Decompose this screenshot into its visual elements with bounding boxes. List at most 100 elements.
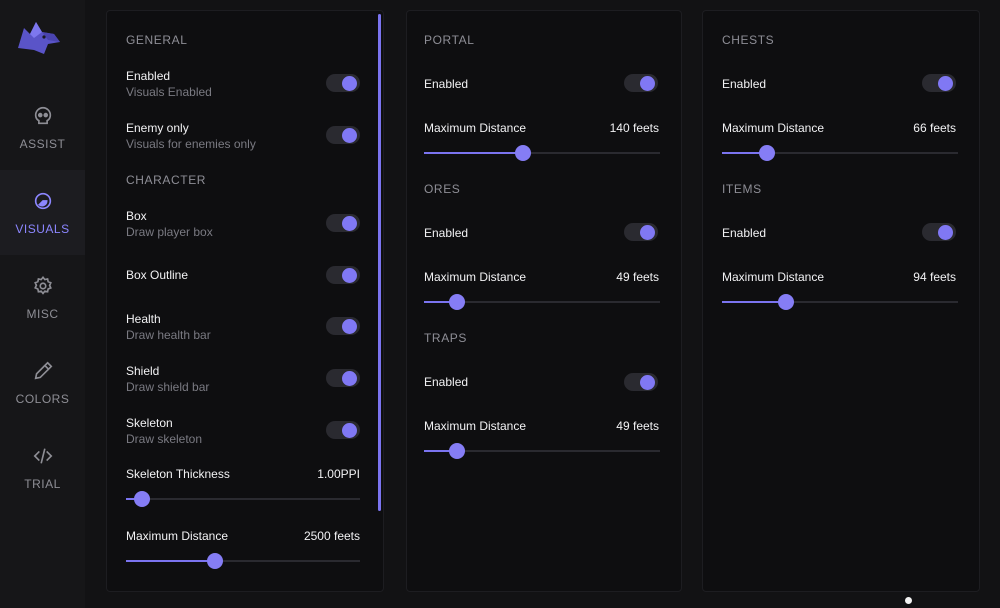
ores-enabled-toggle[interactable] [624, 223, 658, 241]
portal-distance-value: 140 feets [609, 121, 659, 135]
health-label: Health [126, 312, 161, 326]
skeleton-toggle[interactable] [326, 421, 360, 439]
enabled-sublabel: Visuals Enabled [126, 85, 212, 99]
enabled-toggle[interactable] [326, 74, 360, 92]
chests-enabled-label: Enabled [722, 77, 767, 91]
skeleton-thickness-label: Skeleton Thickness [126, 467, 230, 481]
eye-icon [34, 192, 51, 209]
portal-enabled-toggle[interactable] [624, 74, 658, 92]
panel-scrollbar[interactable] [378, 14, 381, 511]
traps-distance-label: Maximum Distance [424, 419, 527, 433]
skeleton-thickness-value: 1.00PPI [317, 467, 360, 481]
max-distance-slider[interactable] [126, 553, 360, 569]
slider-fill [424, 152, 524, 154]
toggle-knob [342, 267, 357, 283]
skeleton-label: Skeleton [126, 416, 173, 430]
enabled-label: Enabled [126, 69, 171, 83]
chests-distance-slider[interactable] [722, 145, 958, 161]
box-label: Box [126, 209, 147, 223]
toggle-knob [938, 75, 953, 91]
slider-thumb[interactable] [515, 145, 532, 161]
toggle-knob [342, 127, 357, 143]
chests-distance-value: 66 feets [913, 121, 956, 135]
ores-distance-value: 49 feets [616, 270, 659, 284]
box-outline-toggle[interactable] [326, 266, 360, 284]
sidebar-item-label: COLORS [15, 391, 70, 406]
toggle-knob [640, 224, 655, 240]
sidebar-item-label: TRIAL [24, 476, 61, 491]
section-title-items: ITEMS [722, 182, 762, 196]
section-title-ores: ORES [424, 182, 461, 196]
toggle-knob [640, 75, 655, 91]
portal-enabled-label: Enabled [424, 77, 469, 91]
gear-icon [33, 275, 52, 295]
shield-label: Shield [126, 364, 160, 378]
ores-distance-label: Maximum Distance [424, 270, 527, 284]
max-distance-value: 2500 feets [303, 529, 360, 543]
items-enabled-label: Enabled [722, 226, 767, 240]
skeleton-sublabel: Draw skeleton [126, 432, 203, 446]
slider-fill [722, 301, 786, 303]
sidebar: ASSIST VISUALS MISC COLORS TRIAL [0, 0, 85, 608]
ores-enabled-label: Enabled [424, 226, 469, 240]
sidebar-item-assist[interactable]: ASSIST [0, 85, 85, 170]
traps-distance-value: 49 feets [616, 419, 659, 433]
toggle-knob [342, 75, 357, 91]
slider-thumb[interactable] [449, 443, 466, 459]
wolf-logo-icon [18, 22, 60, 54]
enemy-only-sublabel: Visuals for enemies only [126, 137, 256, 151]
slider-thumb[interactable] [758, 145, 775, 161]
portal-distance-label: Maximum Distance [424, 121, 527, 135]
shield-sublabel: Draw shield bar [126, 380, 210, 394]
skull-icon [34, 106, 51, 124]
ores-distance-slider[interactable] [424, 294, 660, 310]
slider-thumb[interactable] [206, 553, 223, 569]
sidebar-item-colors[interactable]: COLORS [0, 340, 85, 425]
sidebar-item-visuals[interactable]: VISUALS [0, 170, 85, 255]
health-toggle[interactable] [326, 317, 360, 335]
slider-fill [126, 560, 215, 562]
health-sublabel: Draw health bar [126, 328, 211, 342]
sidebar-item-label: ASSIST [19, 136, 66, 151]
toggle-knob [342, 215, 357, 231]
box-toggle[interactable] [326, 214, 360, 232]
toggle-knob [342, 370, 357, 386]
box-sublabel: Draw player box [126, 225, 213, 239]
eyedropper-icon [34, 361, 52, 379]
enemy-only-toggle[interactable] [326, 126, 360, 144]
portal-distance-slider[interactable] [424, 145, 660, 161]
slider-thumb[interactable] [777, 294, 794, 310]
traps-distance-slider[interactable] [424, 443, 660, 459]
skeleton-thickness-slider[interactable] [126, 491, 360, 507]
shield-toggle[interactable] [326, 369, 360, 387]
section-title-general: GENERAL [126, 33, 188, 47]
traps-enabled-label: Enabled [424, 375, 469, 389]
items-distance-slider[interactable] [722, 294, 958, 310]
enemy-only-label: Enemy only [126, 121, 189, 135]
page-indicator-dot[interactable] [905, 597, 912, 604]
items-enabled-toggle[interactable] [922, 223, 956, 241]
sidebar-item-label: VISUALS [15, 221, 70, 236]
chests-enabled-toggle[interactable] [922, 74, 956, 92]
section-title-traps: TRAPS [424, 331, 468, 345]
toggle-knob [640, 374, 655, 390]
traps-enabled-toggle[interactable] [624, 373, 658, 391]
sidebar-item-misc[interactable]: MISC [0, 255, 85, 340]
slider-thumb[interactable] [134, 491, 151, 507]
max-distance-label: Maximum Distance [126, 529, 229, 543]
items-distance-label: Maximum Distance [722, 270, 825, 284]
slider-thumb[interactable] [449, 294, 466, 310]
sidebar-item-label: MISC [26, 306, 59, 321]
section-title-portal: PORTAL [424, 33, 475, 47]
slider-track [126, 498, 360, 500]
section-title-character: CHARACTER [126, 173, 207, 187]
section-title-chests: CHESTS [722, 33, 775, 47]
toggle-knob [342, 318, 357, 334]
toggle-knob [938, 224, 953, 240]
code-icon [33, 447, 52, 464]
items-distance-value: 94 feets [913, 270, 956, 284]
chests-distance-label: Maximum Distance [722, 121, 825, 135]
box-outline-label: Box Outline [126, 268, 189, 282]
toggle-knob [342, 422, 357, 438]
sidebar-item-trial[interactable]: TRIAL [0, 425, 85, 510]
